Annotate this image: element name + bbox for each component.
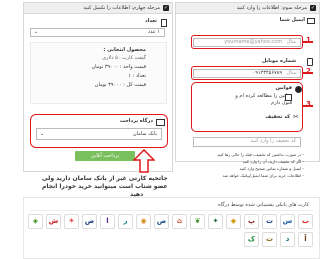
discount-field[interactable]: کد تخفیف را وارد کنید xyxy=(193,137,301,147)
arrow-3-icon xyxy=(303,105,313,107)
step3-check-icon: ✓ xyxy=(310,5,316,11)
parsian-icon: پ xyxy=(244,214,259,229)
count-row: تعداد : ۱ xyxy=(128,73,146,80)
gateway-value: بانک سامان xyxy=(133,131,157,137)
mellat-icon: ب xyxy=(298,214,313,229)
banks-title: کارت های بانکی پشتیبانی شده توسط درگاه xyxy=(218,202,309,208)
note-2: - اگر کد تخفیف دارید، آن را وارد کنید xyxy=(242,159,304,164)
count-value: ۱ xyxy=(128,73,132,79)
sina-icon: ص xyxy=(154,214,169,229)
ayandeh-icon: آ xyxy=(298,232,313,247)
step3-title: مرحله سوم: اطلاعات را وارد کنید xyxy=(236,5,307,11)
discount-placeholder: کد تخفیف را وارد کنید xyxy=(250,138,296,144)
rules-radio[interactable] xyxy=(295,86,302,93)
quantity-icon xyxy=(161,19,167,27)
step4-header: مرحله چهارم: اطلاعات را تکمیل کنید xyxy=(24,3,172,14)
mobile-icon xyxy=(307,58,313,66)
ansar-icon: ا xyxy=(100,214,115,229)
tosee-icon: ت xyxy=(262,232,277,247)
sepah-icon: ✦ xyxy=(208,214,223,229)
chevron-down-icon: ⌄ xyxy=(34,29,39,35)
email-label: ایمیل شما xyxy=(279,17,305,23)
total-value: ۳۹۰۰۰ تومان xyxy=(94,82,122,88)
saderat-icon: ص xyxy=(82,214,97,229)
melli-icon: ☀ xyxy=(64,214,79,229)
note-4: - اطلاعات خرید برای شما ایمیل/پیامک خواه… xyxy=(222,173,304,178)
summary-title: محصول انتخابی : xyxy=(103,47,146,53)
shahr-icon: ش xyxy=(46,214,61,229)
email-highlight xyxy=(191,35,303,49)
pay-online-button[interactable]: پرداخت آنلاین xyxy=(75,151,135,161)
rules-text-line1: قوانین را مطالعه کرده ام و xyxy=(235,93,292,99)
step4-check-icon: ✓ xyxy=(163,5,169,11)
step3-header: مرحله سوم: اطلاعات را وارد کنید xyxy=(176,3,319,14)
gateway-label: درگاه پرداخت xyxy=(119,118,153,124)
unit-price-label: قیمت واحد : xyxy=(119,64,146,70)
eghtesad-icon: ◉ xyxy=(136,214,151,229)
quantity-select[interactable]: ۱ عدد ⌄ xyxy=(30,28,165,37)
mobile-highlight xyxy=(191,66,303,80)
tejarat-icon: ت xyxy=(262,214,277,229)
rules-checkbox[interactable] xyxy=(285,94,292,101)
rules-text-2: قبول دارم xyxy=(271,100,292,106)
discount-icon: ✂ xyxy=(293,113,299,121)
total-row: قیمت کل : ۳۹۰۰۰ تومان xyxy=(95,82,146,89)
gateway-chevron-icon: ⌄ xyxy=(40,131,45,137)
count-label: تعداد : xyxy=(132,73,146,79)
summary-line: گیفت کارت ۵۰ دلاری xyxy=(102,55,146,61)
order-summary: محصول انتخابی : گیفت کارت ۵۰ دلاری قیمت … xyxy=(30,42,167,104)
pasargad-icon: ◆ xyxy=(226,214,241,229)
mobile-label: شماره موبایل xyxy=(261,58,296,64)
karafarin-icon: ک xyxy=(244,232,259,247)
annotation-arrow-icon xyxy=(132,148,156,175)
arrow-2-icon xyxy=(303,72,313,74)
rules-text-1: قوانین را مطالعه کرده ام و xyxy=(235,93,292,100)
total-label: قیمت کل : xyxy=(123,82,146,88)
arrow-1-icon xyxy=(303,41,313,43)
quantity-label: تعداد xyxy=(145,18,157,24)
gateway-icon xyxy=(156,119,165,126)
quantity-value: ۱ عدد xyxy=(147,29,160,35)
unit-price-value: ۳۹۰۰۰ تومان xyxy=(91,64,119,70)
step4-title: مرحله چهارم: اطلاعات را تکمیل کنید xyxy=(83,5,160,11)
saman-icon: س xyxy=(280,214,295,229)
email-icon xyxy=(307,18,315,24)
note-1: - در صورت نداشتن کد تخفیف، فیلد را خالی … xyxy=(217,152,304,157)
rules-label: قوانین xyxy=(275,85,292,91)
refah-icon: ر xyxy=(118,214,133,229)
unit-price-row: قیمت واحد : ۳۹۰۰۰ تومان xyxy=(91,64,146,71)
maskan-icon: ⌂ xyxy=(172,214,187,229)
annotation-line-2: عضو شتاب است میتوانید خرید خودرا انجام xyxy=(42,183,168,190)
gateway-select[interactable]: بانک سامان ⌄ xyxy=(36,128,162,140)
keshavarzi-icon: ❦ xyxy=(190,214,205,229)
dey-icon: د xyxy=(280,232,295,247)
note-3: - ایمیل و شماره تماس صحیح وارد کنید xyxy=(239,166,304,171)
postbank-icon: ◈ xyxy=(28,214,43,229)
annotation-line-1: جاتخیه کارتی غیر از بانک سامان دارید ولی xyxy=(42,175,168,182)
discount-label: کد تخفیف xyxy=(265,114,290,120)
